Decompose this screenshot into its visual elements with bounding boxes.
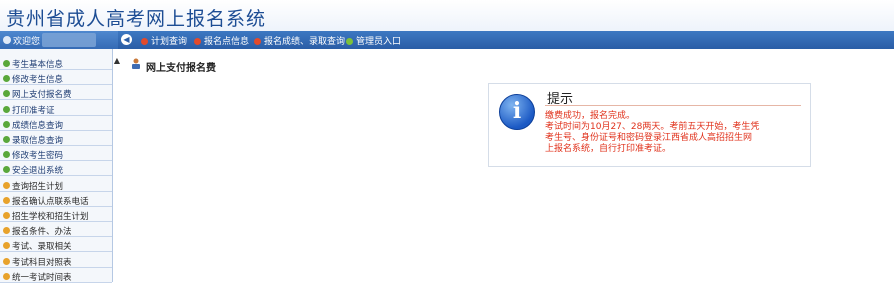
bullet-icon <box>3 196 10 204</box>
scroll-up-arrow-icon[interactable]: ▲ <box>113 57 121 65</box>
sidebar-item[interactable]: 统一考试时间表 <box>0 270 112 283</box>
sidebar-item-label: 网上支付报名费 <box>12 90 72 101</box>
user-card-icon <box>132 58 140 69</box>
bullet-icon <box>194 38 201 45</box>
sidebar-item[interactable]: 修改考生密码 <box>0 148 112 162</box>
bullet-icon <box>3 75 10 83</box>
bullet-icon <box>3 120 10 128</box>
info-icon: i <box>499 94 535 130</box>
header: 贵州省成人高考网上报名系统 <box>0 0 894 31</box>
sidebar-item-label: 报名条件、办法 <box>12 227 72 238</box>
bullet-icon <box>3 272 10 280</box>
sidebar-item[interactable]: 打印准考证 <box>0 103 112 116</box>
bullet-icon <box>346 38 353 45</box>
alert-message-line: 考试时间为10月27、28两天。考前五天开始，考生凭 <box>545 122 760 132</box>
sidebar-item-label: 修改考生信息 <box>12 75 64 86</box>
sidebar-item-label: 录取信息查询 <box>12 136 64 146</box>
bullet-icon <box>3 166 10 174</box>
nav-link-score-admission-query[interactable]: 报名成绩、录取查询 <box>254 34 345 47</box>
sidebar-item[interactable]: 成绩信息查询 <box>0 118 112 131</box>
bullet-icon <box>3 151 10 159</box>
sidebar-item-label: 成绩信息查询 <box>12 120 64 131</box>
bullet-icon <box>3 90 10 98</box>
bullet-icon <box>3 60 10 67</box>
sidebar-item[interactable]: 报名确认点联系电话 <box>0 194 112 207</box>
alert-message-line: 考生号、身份证号和密码登录江西省成人高招招生网 <box>545 133 753 143</box>
sidebar-item-label: 安全退出系统 <box>12 166 64 177</box>
bullet-icon <box>254 38 261 45</box>
sidebar-item-label: 统一考试时间表 <box>12 272 72 283</box>
sidebar-item[interactable]: 考试、录取相关 <box>0 239 112 253</box>
panel-title: 网上支付报名费 <box>146 63 216 74</box>
welcome-panel: 欢迎您 <box>0 31 118 49</box>
username-redacted <box>42 33 96 47</box>
sidebar-item-label: 考试、录取相关 <box>12 242 72 253</box>
sidebar-item[interactable]: 招生学校和招生计划 <box>0 209 112 222</box>
sidebar-item[interactable]: 修改考生信息 <box>0 72 112 86</box>
bullet-icon <box>3 242 10 250</box>
sidebar-item[interactable]: 查询招生计划 <box>0 179 112 192</box>
bullet-icon <box>3 105 10 113</box>
alert-box: i 提示 缴费成功，报名完成。 考试时间为10月27、28两天。考前五天开始，考… <box>488 83 811 167</box>
top-nav-bar: 欢迎您 ◀ 计划查询 报名点信息 报名成绩、录取查询 管理员入口 <box>0 31 894 49</box>
alert-message-line: 缴费成功，报名完成。 <box>545 111 636 121</box>
bullet-icon <box>3 136 10 143</box>
bullet-icon <box>141 38 148 45</box>
bullet-icon <box>3 181 10 189</box>
sidebar-item-label: 考生基本信息 <box>12 60 64 70</box>
sidebar-item[interactable]: 网上支付报名费 <box>0 87 112 101</box>
sidebar-item-label: 报名确认点联系电话 <box>12 196 89 207</box>
sidebar-item[interactable]: 安全退出系统 <box>0 163 112 177</box>
sidebar-item-label: 修改考生密码 <box>12 151 64 162</box>
sidebar-item[interactable]: 录取信息查询 <box>0 133 112 146</box>
sidebar: 考生基本信息 修改考生信息 网上支付报名费 打印准考证成绩信息查询 录取信息查询 修改考生… <box>0 49 113 283</box>
sidebar-item-label: 招生学校和招生计划 <box>12 212 89 222</box>
bullet-icon <box>3 257 10 265</box>
bullet-icon <box>3 212 10 219</box>
alert-message-line: 上报名系统，自行打印准考证。 <box>545 144 672 154</box>
sidebar-item-label: 查询招生计划 <box>12 181 64 192</box>
site-title: 贵州省成人高考网上报名系统 <box>6 8 267 30</box>
alert-message: 缴费成功，报名完成。 考试时间为10月27、28两天。考前五天开始，考生凭 考生… <box>545 111 805 155</box>
nav-link-admin-login[interactable]: 管理员入口 <box>346 34 401 47</box>
welcome-label: 欢迎您 <box>13 37 41 47</box>
nav-link-plan-query[interactable]: 计划查询 <box>141 34 187 47</box>
sidebar-item-label: 考试科目对照表 <box>12 257 72 268</box>
sidebar-item[interactable]: 报名条件、办法 <box>0 224 112 238</box>
sidebar-item[interactable]: 考生基本信息 <box>0 57 112 70</box>
sidebar-item-label: 打印准考证 <box>12 105 55 116</box>
user-icon <box>3 36 11 44</box>
collapse-sidebar-button[interactable]: ◀ <box>121 34 132 45</box>
divider <box>545 105 801 106</box>
sidebar-item[interactable]: 考试科目对照表 <box>0 255 112 268</box>
nav-link-registration-points[interactable]: 报名点信息 <box>194 34 249 47</box>
bullet-icon <box>3 227 10 235</box>
